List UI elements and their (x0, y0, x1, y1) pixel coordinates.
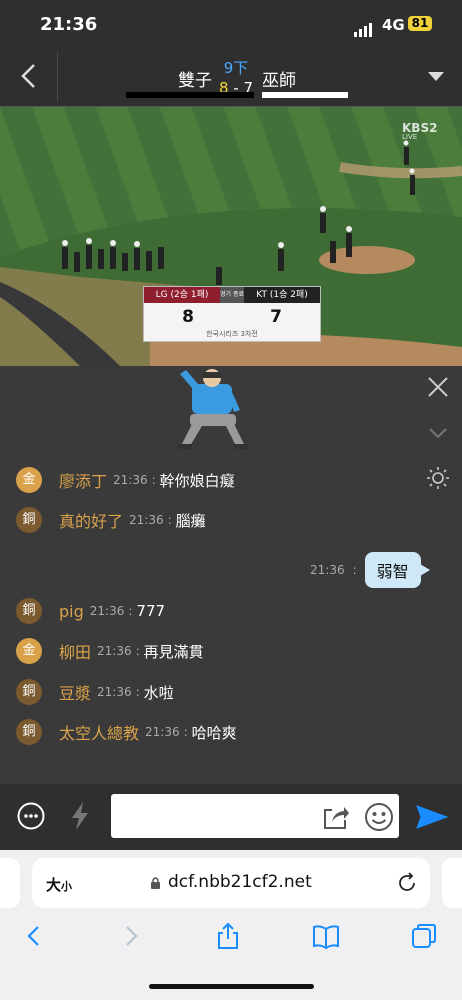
chat-username[interactable]: pig (59, 602, 84, 621)
previous-tab-preview[interactable] (0, 858, 20, 908)
chat-time: 21:36 (89, 604, 125, 618)
chat-username[interactable]: 太空人總教 (59, 720, 139, 744)
chat-text: 再見滿貫 (143, 642, 204, 661)
scorebug-home-score: 8 (182, 307, 194, 327)
chat-text: 水啦 (143, 683, 174, 702)
nav-forward-icon[interactable] (117, 922, 145, 950)
address-bar[interactable]: 大小 dcf.nbb21cf2.net (32, 858, 430, 908)
chat-panel: 金 廖添丁 21:36 : 幹你娘白癡 銅 真的好了 21:36 : 腦癱 21… (0, 366, 462, 784)
chat-text: 777 (136, 602, 166, 620)
chat-bubble-icon[interactable] (16, 801, 46, 831)
network-label: 4G (382, 16, 405, 34)
chat-message: 銅 豆漿 21:36 : 水啦 (16, 679, 174, 705)
chat-text: 幹你娘白癡 (159, 471, 235, 490)
brightness-icon[interactable] (426, 466, 450, 490)
signal-icon (354, 18, 374, 37)
chat-username[interactable]: 廖添丁 (59, 468, 107, 492)
chat-time: 21:36 (310, 563, 345, 577)
game-header: 雙子 9下 8 - 7 巫師 (0, 48, 462, 107)
chat-message: 銅 真的好了 21:36 : 腦癱 (16, 507, 206, 533)
away-team-color-bar (262, 92, 348, 98)
nav-back-icon[interactable] (20, 922, 48, 950)
chat-time: 21:36 (129, 513, 164, 527)
close-icon[interactable] (427, 376, 449, 398)
broadcaster-watermark: KBS2 LIVE (402, 121, 437, 141)
chat-separator: : (167, 513, 172, 527)
browser-toolbar: 大小 dcf.nbb21cf2.net (0, 850, 462, 1000)
away-team-name: 巫師 (262, 71, 296, 91)
dropdown-icon[interactable] (428, 72, 444, 81)
chat-time: 21:36 (113, 473, 148, 487)
send-icon[interactable] (416, 804, 448, 830)
chat-username[interactable]: 真的好了 (59, 508, 123, 532)
text-size-big: 大 (46, 876, 62, 894)
chat-separator: : (128, 604, 133, 618)
lock-icon (151, 877, 160, 889)
home-team-color-bar (126, 92, 254, 98)
chat-time: 21:36 (97, 685, 132, 699)
umpire-sticker (178, 369, 248, 449)
smile-icon[interactable] (364, 802, 394, 832)
status-time: 21:36 (40, 14, 98, 35)
status-bar: 21:36 4G 81 (0, 0, 462, 48)
chat-username[interactable]: 豆漿 (59, 680, 91, 704)
scorebug-status: 경기 종료 (220, 287, 244, 303)
rank-badge: 金 (16, 467, 42, 493)
rank-badge: 銅 (16, 507, 42, 533)
chat-separator: : (151, 473, 156, 487)
chat-message: 銅 太空人總教 21:36 : 哈哈爽 (16, 719, 237, 745)
chevron-down-icon[interactable] (428, 426, 448, 440)
chat-message: 金 柳田 21:36 : 再見滿貫 (16, 638, 204, 664)
header-divider (57, 52, 58, 102)
inning-indicator: 9下 (223, 59, 249, 77)
broadcast-scorebug: LG (2승 1패) 경기 종료 KT (1승 2패) 8 7 한국시리즈 3차… (143, 286, 321, 342)
scorebug-home-label: LG (2승 1패) (144, 287, 220, 303)
scorebug-away-label: KT (1승 2패) (244, 287, 320, 303)
bookmarks-icon[interactable] (312, 922, 340, 950)
home-team-name: 雙子 (178, 71, 212, 91)
rank-badge: 銅 (16, 719, 42, 745)
rank-badge: 銅 (16, 598, 42, 624)
share-icon[interactable] (322, 804, 350, 830)
reload-icon[interactable] (396, 872, 418, 894)
scorebug-series: 한국시리즈 3차전 (206, 330, 258, 338)
chat-separator: : (183, 725, 188, 739)
my-message-bubble: 弱智 (364, 552, 430, 588)
url-text[interactable]: dcf.nbb21cf2.net (168, 872, 312, 892)
chat-username[interactable]: 柳田 (59, 639, 91, 663)
chat-separator: : (135, 685, 140, 699)
chat-time: 21:36 (97, 644, 132, 658)
chat-time: 21:36 (145, 725, 180, 739)
chat-text: 哈哈爽 (191, 723, 237, 742)
share-sheet-icon[interactable] (214, 922, 242, 950)
chat-separator: : (135, 644, 140, 658)
chat-message: 銅 pig 21:36 : 777 (16, 598, 165, 624)
chat-message: 金 廖添丁 21:36 : 幹你娘白癡 (16, 467, 235, 493)
my-chat-message: 21:36 : 弱智 (310, 552, 430, 588)
rank-badge: 銅 (16, 679, 42, 705)
chat-input[interactable] (111, 794, 399, 838)
chat-input-bar (0, 784, 462, 850)
lightning-icon[interactable] (68, 801, 92, 831)
home-indicator (149, 984, 314, 989)
back-icon[interactable] (16, 62, 44, 90)
tabs-icon[interactable] (410, 922, 438, 950)
text-size-small: 小 (61, 880, 73, 893)
rank-badge: 金 (16, 638, 42, 664)
text-size-button[interactable]: 大小 (46, 874, 72, 895)
chat-text: 腦癱 (175, 511, 206, 530)
next-tab-preview[interactable] (442, 858, 462, 908)
chat-separator: : (352, 563, 357, 577)
scorebug-away-score: 7 (270, 307, 282, 327)
battery-indicator: 81 (408, 16, 432, 31)
